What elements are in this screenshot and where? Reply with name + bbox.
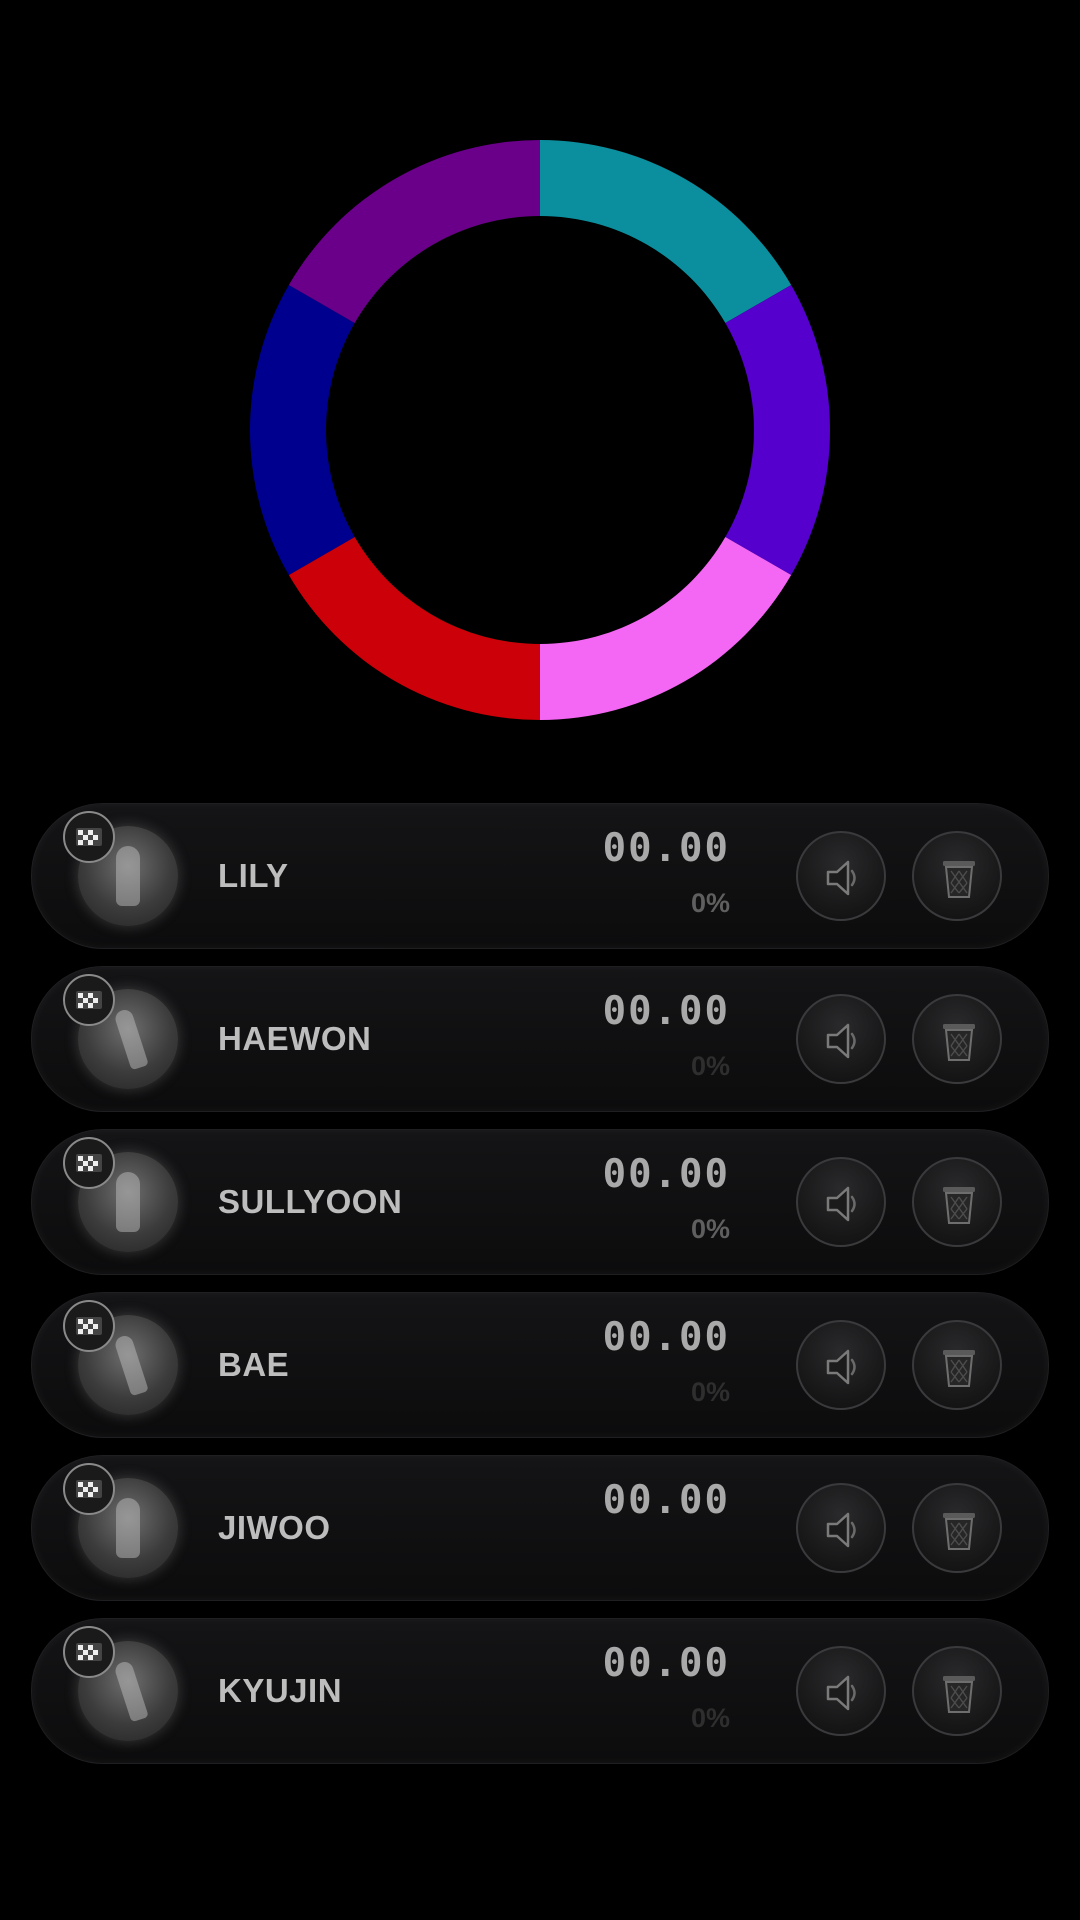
checkered-flag-icon[interactable] <box>63 974 115 1026</box>
speaker-button[interactable] <box>796 831 886 921</box>
color-ring <box>249 140 830 720</box>
member-row-sullyoon: SULLYOON 00.00 0% <box>31 1129 1049 1275</box>
checkered-flag-icon[interactable] <box>63 1137 115 1189</box>
trash-icon <box>943 861 975 898</box>
ring-segment-1 <box>540 140 792 323</box>
member-name: SULLYOON <box>218 1183 403 1220</box>
trash-icon <box>943 1187 975 1224</box>
avatar-silhouette <box>116 1172 140 1232</box>
delete-button[interactable] <box>912 1320 1002 1410</box>
checkered-flag-icon[interactable] <box>63 811 115 863</box>
avatar-silhouette <box>113 1659 149 1723</box>
member-name: HAEWON <box>218 1020 372 1057</box>
speaker-button[interactable] <box>796 1646 886 1736</box>
delete-button[interactable] <box>912 1646 1002 1736</box>
avatar-silhouette <box>113 1007 149 1071</box>
color-ring-chart <box>248 138 832 722</box>
avatar-silhouette <box>113 1333 149 1397</box>
member-timer: 00.00 <box>602 1478 730 1523</box>
member-timer: 00.00 <box>602 989 730 1034</box>
delete-button[interactable] <box>912 831 1002 921</box>
member-percent: 0% <box>690 888 730 918</box>
member-timer: 00.00 <box>602 826 730 871</box>
ring-segment-3 <box>540 537 792 720</box>
speaker-icon <box>826 1023 856 1059</box>
member-name: LILY <box>218 857 289 894</box>
speaker-button[interactable] <box>796 1320 886 1410</box>
member-timer: 00.00 <box>602 1315 730 1360</box>
checkered-flag-icon[interactable] <box>63 1463 115 1515</box>
avatar-silhouette <box>116 846 140 906</box>
speaker-icon <box>826 1512 856 1548</box>
member-row-bae: BAE 00.00 0% <box>31 1292 1049 1438</box>
member-percent: 0% <box>690 1703 730 1733</box>
ring-segment-4 <box>288 537 540 720</box>
speaker-button[interactable] <box>796 1157 886 1247</box>
member-row-jiwoo: JIWOO 00.00 <box>31 1455 1049 1601</box>
avatar-silhouette <box>116 1498 140 1558</box>
ring-segment-2 <box>725 285 830 575</box>
member-timer: 00.00 <box>602 1641 730 1686</box>
member-name: BAE <box>218 1346 290 1383</box>
app-screen: LILY 00.00 0% HAEWON 00.00 0% SULLYOON 0… <box>0 0 1080 1920</box>
delete-button[interactable] <box>912 994 1002 1084</box>
member-percent: 0% <box>690 1377 730 1407</box>
delete-button[interactable] <box>912 1157 1002 1247</box>
speaker-button[interactable] <box>796 994 886 1084</box>
member-percent: 0% <box>690 1051 730 1081</box>
member-name: KYUJIN <box>218 1672 343 1709</box>
member-row-lily: LILY 00.00 0% <box>31 803 1049 949</box>
trash-icon <box>943 1513 975 1550</box>
ring-segment-6 <box>288 140 540 323</box>
checkered-flag-icon[interactable] <box>63 1300 115 1352</box>
speaker-button[interactable] <box>796 1483 886 1573</box>
member-row-haewon: HAEWON 00.00 0% <box>31 966 1049 1112</box>
delete-button[interactable] <box>912 1483 1002 1573</box>
trash-icon <box>943 1024 975 1061</box>
checkered-flag-icon[interactable] <box>63 1626 115 1678</box>
trash-icon <box>943 1350 975 1387</box>
speaker-icon <box>826 1349 856 1385</box>
trash-icon <box>943 1676 975 1713</box>
member-timer: 00.00 <box>602 1152 730 1197</box>
ring-segment-5 <box>249 285 355 575</box>
member-name: JIWOO <box>218 1509 331 1546</box>
speaker-icon <box>826 1186 856 1222</box>
speaker-icon <box>826 1675 856 1711</box>
speaker-icon <box>826 860 856 896</box>
member-row-kyujin: KYUJIN 00.00 0% <box>31 1618 1049 1764</box>
member-percent: 0% <box>690 1214 730 1244</box>
member-list: LILY 00.00 0% HAEWON 00.00 0% SULLYOON 0… <box>31 803 1049 1781</box>
